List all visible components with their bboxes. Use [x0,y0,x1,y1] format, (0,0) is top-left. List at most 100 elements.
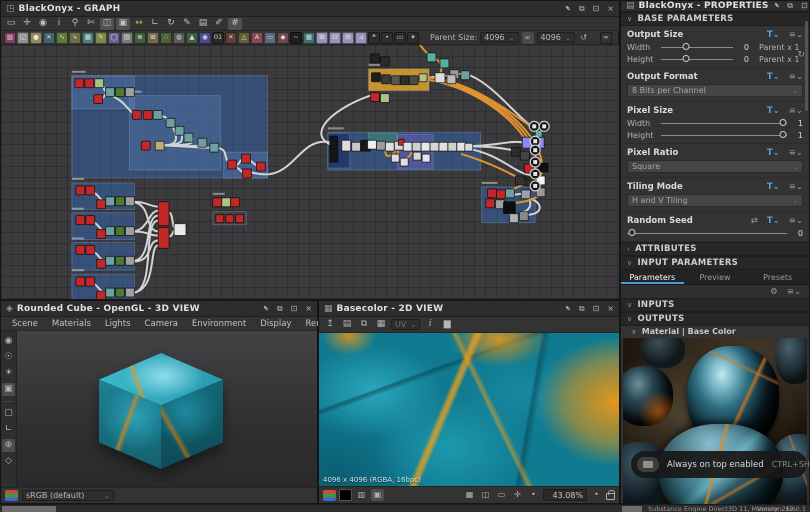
section-inputs[interactable]: ∨INPUTS [621,298,809,312]
node-distance[interactable]: ▦ [82,32,94,44]
graph-node[interactable] [243,169,252,178]
zoom-in-icon[interactable]: • [590,489,603,501]
float-panel-icon[interactable]: ⧉ [579,5,585,13]
rounded-cube-mesh[interactable] [99,353,223,469]
close-panel-icon[interactable]: × [305,305,312,313]
parameter-menu-icon[interactable]: ≡⌄ [789,72,803,82]
graph-node[interactable] [184,133,193,142]
node-uniform-color[interactable]: ▧ [4,32,16,44]
zoom-level-field[interactable]: 43.08% [543,489,587,501]
node-shelf[interactable]: ⊞ [147,32,159,44]
node-quad-transform[interactable]: ⊿ [355,32,367,44]
graph-node[interactable] [86,186,95,195]
graph-node[interactable] [86,245,95,254]
background-swatch[interactable] [339,489,352,501]
graph-node[interactable] [158,202,169,226]
expose-parameter-icon[interactable]: T⌄ [767,30,780,40]
wire[interactable] [131,232,158,236]
graph-node[interactable] [400,158,408,166]
environment-settings-icon[interactable]: ☀ [2,367,15,380]
graph-node[interactable] [385,142,394,151]
graph-node[interactable] [76,186,85,195]
graph-node[interactable] [427,53,436,62]
maximize-panel-icon[interactable]: ⊡ [593,5,600,13]
graph-node[interactable] [116,256,125,265]
parameter-menu-icon[interactable]: ≡⌄ [789,182,803,192]
grayscale-columns-icon[interactable]: ▥ [355,489,368,501]
graph-node[interactable] [125,288,134,297]
node-tone-curve[interactable]: ~ [290,32,302,44]
graph-node[interactable] [76,277,85,286]
light-settings-icon[interactable]: ☉ [2,351,15,364]
reset-size-icon[interactable]: ↺ [578,32,590,44]
graph-node[interactable] [236,215,244,223]
edit-tool-icon[interactable]: ✎ [180,18,194,30]
node-transform-2d[interactable]: ⊡ [329,32,341,44]
node-text[interactable]: A [251,32,263,44]
geometry-sphere-icon[interactable]: ⊕ [2,439,15,452]
graph-node[interactable] [400,76,409,85]
graph-node[interactable] [497,190,506,199]
graph-node[interactable] [519,212,528,221]
node-directional-warp[interactable]: ↳ [69,32,81,44]
image-info-icon[interactable]: i [423,318,437,331]
graph-node[interactable] [391,154,399,162]
graph-node[interactable] [158,228,169,249]
graph-node[interactable] [372,73,381,82]
save-image-icon[interactable]: ▤ [340,318,354,331]
graph-node[interactable] [116,288,125,297]
menu-display[interactable]: Display [253,319,298,329]
parent-height-select[interactable]: 4096⌄ [537,32,575,43]
graph-node[interactable] [465,143,473,151]
graph-node[interactable] [521,190,530,199]
link-size-icon[interactable]: ∞ [600,32,612,44]
height-slider[interactable] [661,54,733,64]
histogram-icon[interactable]: ▆ [440,318,454,331]
graph-node[interactable] [116,227,125,236]
graph-node[interactable] [509,214,518,223]
graph-node[interactable] [231,198,240,207]
graph-node[interactable] [85,79,94,88]
section-base-parameters[interactable]: ∨BASE PARAMETERS [621,12,809,26]
graph-node[interactable] [155,141,164,150]
graph-node[interactable] [403,142,412,151]
graph-node[interactable] [413,152,421,160]
geometry-wireframe-icon[interactable]: ◇ [2,455,15,468]
graph-node[interactable] [132,110,141,119]
node-graph-canvas[interactable] [1,45,619,299]
graph-node[interactable] [75,79,84,88]
parent-width-select[interactable]: 4096⌄ [480,32,518,43]
section-input-parameters[interactable]: ∨INPUT PARAMETERS [621,256,809,270]
menu-lights[interactable]: Lights [98,319,138,329]
node-slope-blur[interactable]: ▲ [186,32,198,44]
tiling-toggle-icon[interactable]: ◫ [479,489,492,501]
parameter-menu-icon[interactable]: ≡⌄ [789,30,803,40]
image-filter-icon[interactable]: ▣ [371,489,384,501]
channels-filter-icon[interactable] [323,490,336,501]
graph-node[interactable] [106,227,115,236]
graph-node[interactable] [440,59,449,68]
center-view-icon[interactable]: ✛ [511,489,524,501]
display-settings-icon[interactable]: ▣ [2,383,15,396]
frame-all-icon[interactable]: ▭ [4,18,18,30]
display-nodes-icon[interactable]: ◫ [100,18,114,30]
maximize-panel-icon[interactable]: ⊡ [801,2,808,10]
node-blur[interactable]: ● [30,32,42,44]
pin-panel-icon[interactable]: ✒ [562,303,572,313]
close-panel-icon[interactable]: × [607,305,614,313]
graph-node[interactable] [242,154,251,163]
graph-node[interactable] [125,227,134,236]
tab-preview[interactable]: Preview [684,270,747,284]
node-crop[interactable]: ⊟ [342,32,354,44]
graph-node[interactable] [256,162,265,171]
cut-links-icon[interactable]: ✄ [84,18,98,30]
grid-toggle-icon[interactable]: ▦ [463,489,476,501]
pan-tool-icon[interactable]: ✛ [20,18,34,30]
graph-node[interactable] [97,230,106,239]
gizmo-toggle-icon[interactable]: ∟ [2,423,15,436]
graph-node[interactable] [391,76,400,85]
tab-presets[interactable]: Presets [746,270,809,284]
zoom-out-icon[interactable]: • [527,489,540,501]
node-shape[interactable]: ▭ [264,32,276,44]
graph-node[interactable] [213,198,222,207]
